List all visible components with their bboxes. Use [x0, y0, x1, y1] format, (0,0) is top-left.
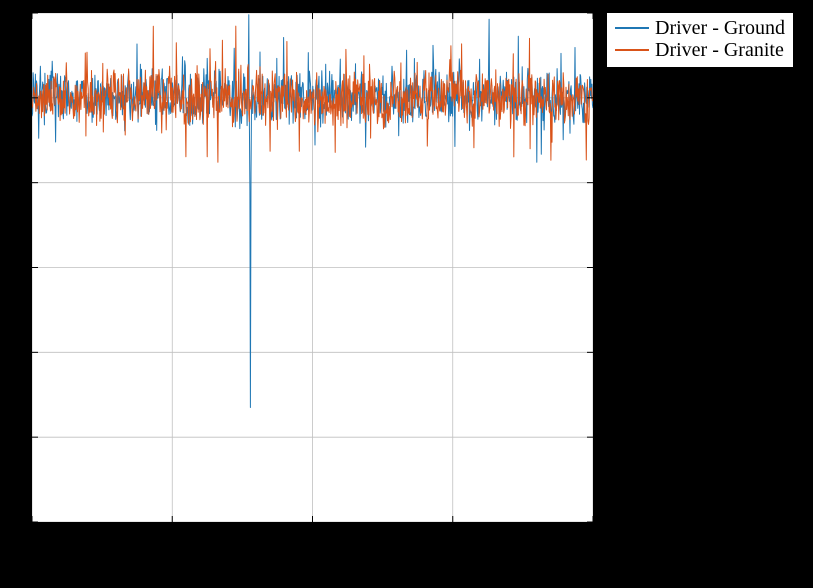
legend-swatch-1	[615, 49, 649, 51]
legend: Driver - Ground Driver - Granite	[606, 12, 794, 68]
legend-label-1: Driver - Granite	[655, 39, 784, 61]
plot-area	[31, 12, 594, 523]
legend-entry-0: Driver - Ground	[615, 17, 785, 39]
plot-svg	[32, 13, 593, 522]
legend-label-0: Driver - Ground	[655, 17, 785, 39]
legend-entry-1: Driver - Granite	[615, 39, 785, 61]
legend-swatch-0	[615, 27, 649, 29]
chart-figure: Driver - Ground Driver - Granite	[0, 0, 813, 588]
